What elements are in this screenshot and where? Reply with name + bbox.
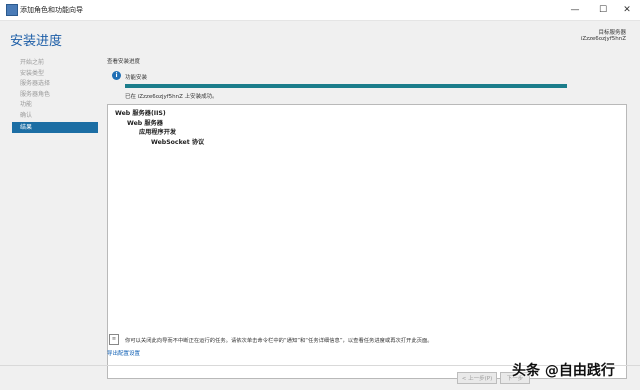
nav-item-results[interactable]: 结果 — [12, 121, 98, 133]
nav-item-features[interactable]: 功能 — [12, 100, 98, 111]
nav-item-confirmation[interactable]: 确认 — [12, 111, 98, 122]
section-label: 查看安装进度 — [107, 59, 141, 65]
wizard-header: 安装进度 目标服务器 iZzze6ozjyf5hnZ — [0, 21, 640, 51]
tree-item: WebSocket 协议 — [151, 138, 205, 146]
page-title: 安装进度 — [10, 34, 63, 49]
success-message: 已在 iZzze6ozjyf5hnZ 上安装成功。 — [125, 94, 218, 100]
main-content: 查看安装进度 i 功能安装 已在 iZzze6ozjyf5hnZ 上安装成功。 … — [107, 57, 627, 379]
export-configuration-link[interactable]: 导出配置设置 — [107, 349, 140, 357]
status-text: 功能安装 — [125, 75, 148, 81]
target-server-name: iZzze6ozjyf5hnZ — [580, 36, 626, 42]
info-icon: i — [112, 71, 121, 80]
tree-item: Web 服务器 — [127, 119, 163, 127]
window-title: 添加角色和功能向导 — [20, 6, 83, 14]
maximize-button[interactable]: ☐ — [590, 0, 616, 20]
close-button[interactable]: ✕ — [614, 0, 640, 20]
progress-bar — [125, 84, 567, 88]
watermark: 头条 @自由践行 — [512, 363, 615, 379]
info-note: 你可以关闭此向导而不中断正在运行的任务。请依次单击命令栏中的“通知”和“任务详细… — [125, 338, 433, 344]
feature-tree: Web 服务器(IIS) Web 服务器 应用程序开发 WebSocket 协议 — [115, 109, 204, 147]
tree-item: 应用程序开发 — [139, 129, 177, 136]
minimize-button[interactable]: — — [562, 0, 588, 20]
nav-item-before-you-begin[interactable]: 开始之前 — [12, 58, 98, 69]
app-icon — [6, 4, 18, 16]
nav-item-server-roles[interactable]: 服务器角色 — [12, 90, 98, 101]
target-server-label: 目标服务器 — [598, 30, 626, 36]
nav-item-installation-type[interactable]: 安装类型 — [12, 69, 98, 80]
wizard-nav: 开始之前 安装类型 服务器选择 服务器角色 功能 确认 结果 — [12, 58, 98, 133]
previous-button[interactable]: < 上一步(P) — [457, 372, 497, 384]
tree-item: Web 服务器(IIS) — [115, 110, 166, 117]
progress-fill — [125, 84, 567, 88]
nav-item-server-selection[interactable]: 服务器选择 — [12, 79, 98, 90]
title-bar: 添加角色和功能向导 — ☐ ✕ — [0, 0, 640, 21]
note-icon: ≡ — [109, 334, 119, 345]
